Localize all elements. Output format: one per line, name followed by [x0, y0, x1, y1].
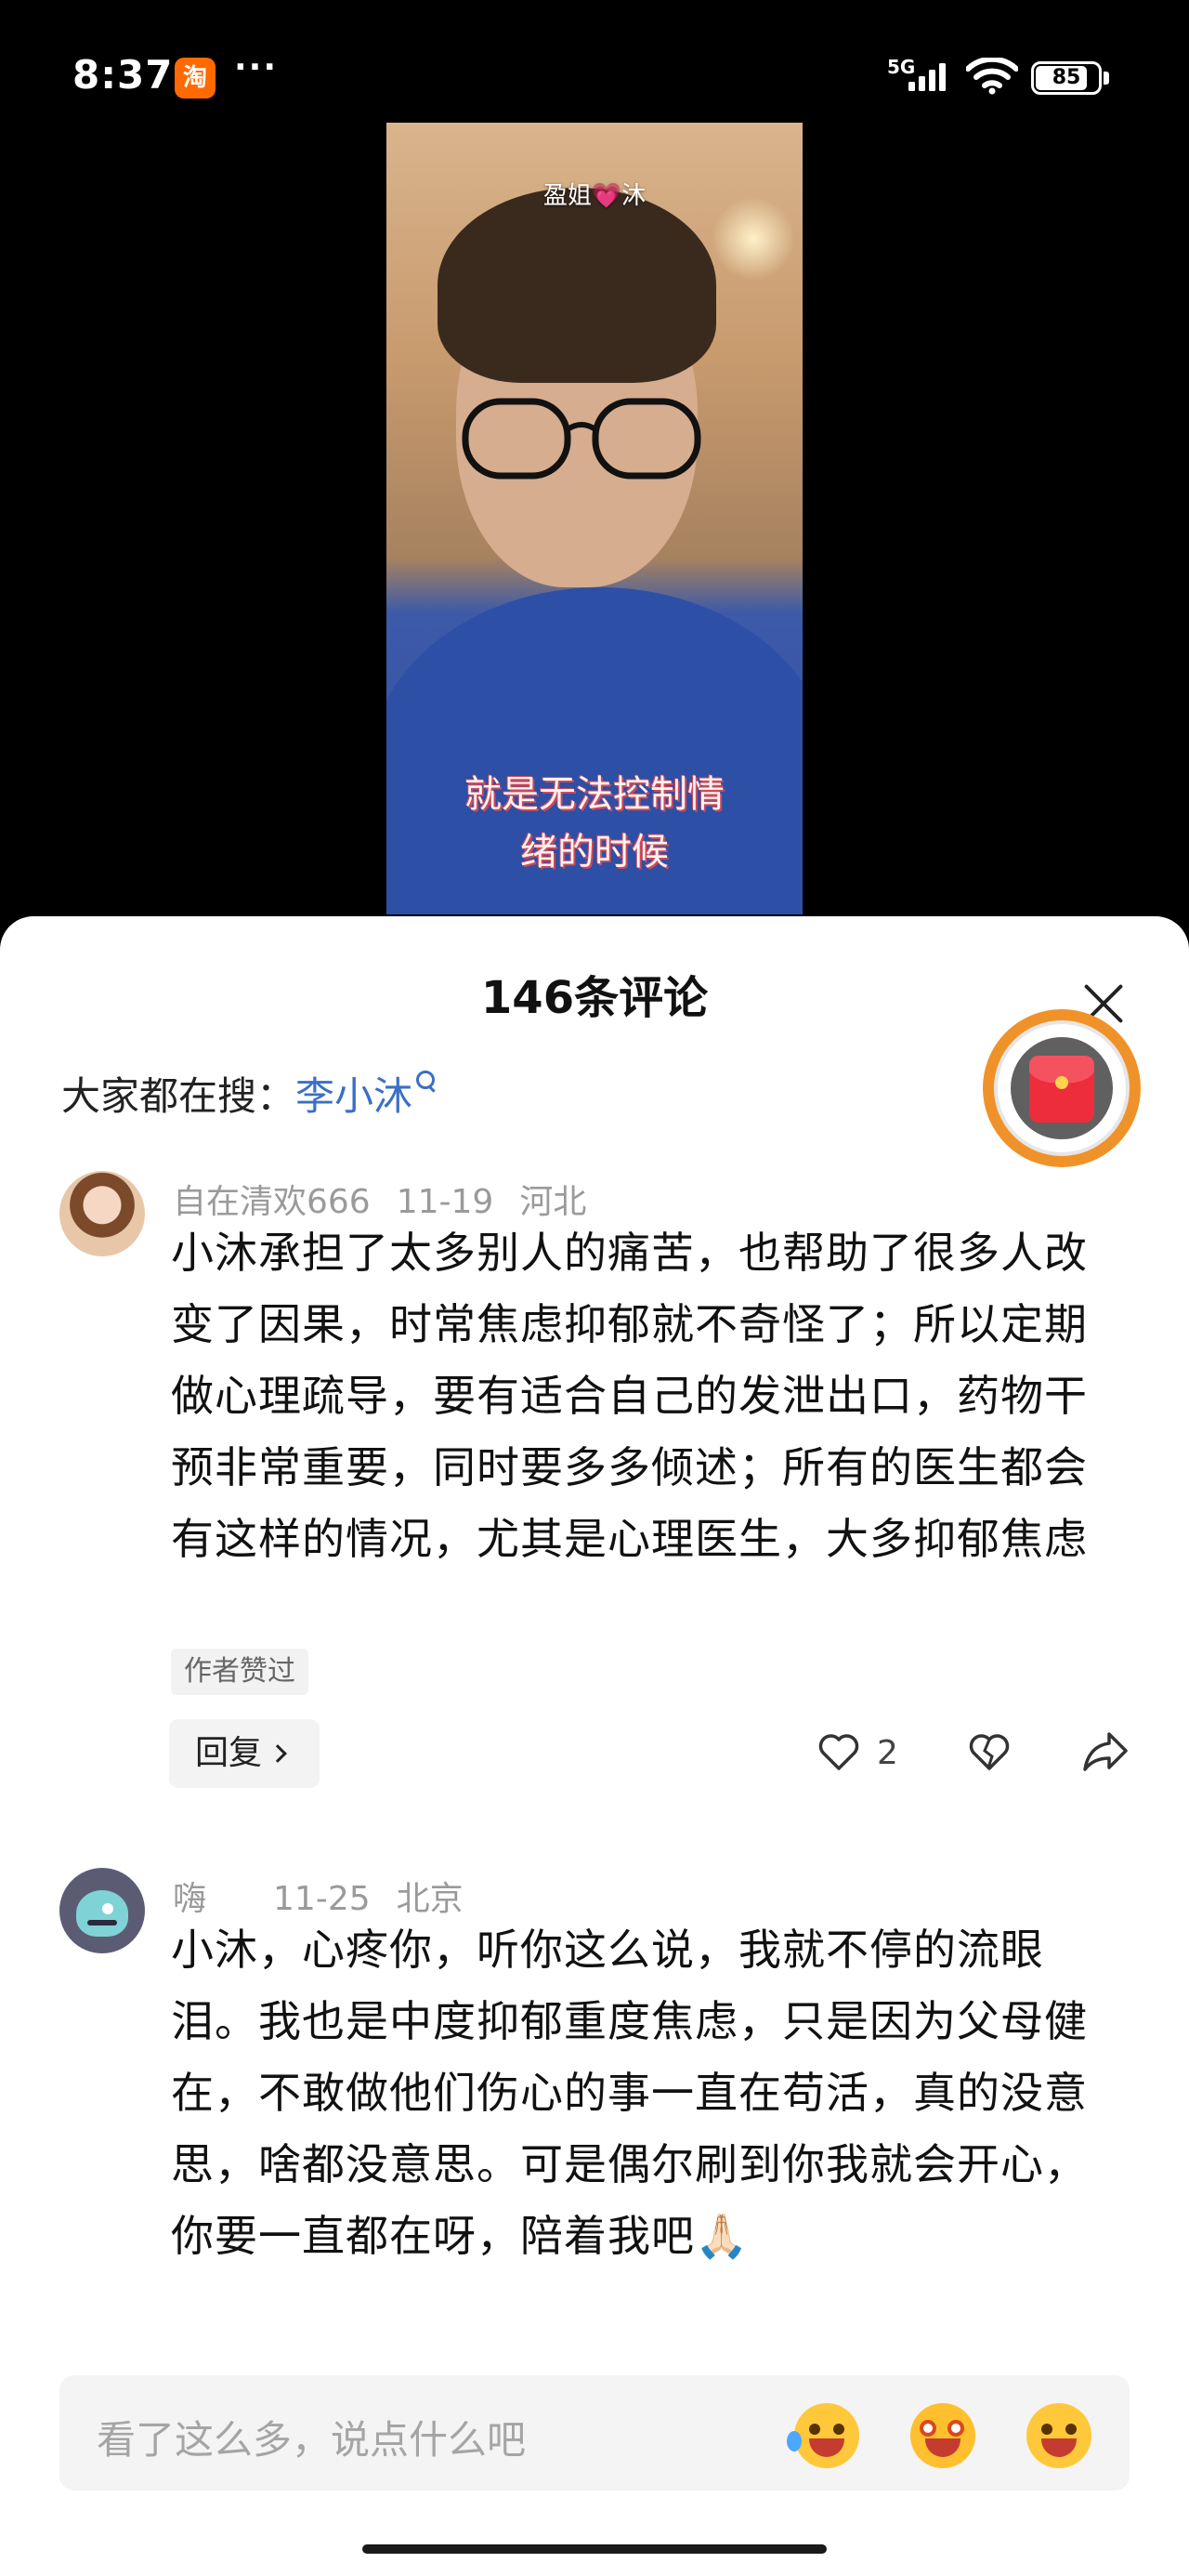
trending-search-row: 大家都在搜：李小沐 — [61, 1065, 437, 1122]
status-bar: 8:37 淘 ··· 5G 85 — [0, 0, 1189, 112]
monster-avatar-graphic — [76, 1890, 128, 1937]
like-heart-icon[interactable] — [816, 1728, 862, 1775]
battery-icon: 85 — [1031, 61, 1102, 95]
comment-input-placeholder: 看了这么多，说点什么吧 — [97, 2417, 527, 2463]
avatar[interactable] — [59, 1171, 145, 1256]
comment-text[interactable]: 小沐，心疼你，听你这么说，我就不停的流眼泪。我也是中度抑郁重度焦虑，只是因为父母… — [171, 1914, 1100, 2272]
like-count: 2 — [877, 1734, 898, 1772]
video-player[interactable]: 盈姐💗沐 就是无法控制情 绪的时候 — [386, 123, 803, 914]
dislike-broken-heart-icon[interactable] — [966, 1728, 1013, 1775]
comments-title: 146条评论 — [480, 972, 709, 1024]
signal-icon — [908, 63, 946, 91]
red-packet-inner — [1011, 1037, 1113, 1139]
battery-level: 85 — [1052, 66, 1081, 89]
comment-location: 河北 — [519, 1183, 587, 1221]
comment-meta: 嗨 11-25 北京 — [173, 1872, 490, 1920]
comment-meta: 自在清欢666 11-19 河北 — [173, 1175, 612, 1223]
glasses-graphic — [462, 398, 701, 480]
wifi-icon — [966, 58, 1018, 95]
search-icon[interactable] — [416, 1071, 437, 1091]
red-packet-button[interactable] — [983, 1009, 1141, 1167]
comment-username[interactable]: 自在清欢666 — [173, 1183, 371, 1221]
red-envelope-seal — [1055, 1076, 1068, 1089]
star-eyes-emoji-icon[interactable] — [910, 2403, 975, 2468]
comments-sheet: 146条评论 大家都在搜：李小沐 自在清欢666 11-19 河北 小沐承担了太多别… — [0, 916, 1189, 2576]
video-caption-line2: 绪的时候 — [520, 831, 669, 874]
laughing-crying-emoji-icon[interactable] — [787, 2403, 859, 2468]
comment-date: 11-25 — [273, 1880, 371, 1918]
status-time: 8:37 — [72, 52, 174, 98]
trending-search-term[interactable]: 李小沐 — [295, 1073, 412, 1119]
more-dots-icon: ··· — [234, 48, 279, 86]
reply-button[interactable]: 回复 — [169, 1719, 320, 1788]
video-person-hair — [438, 188, 716, 383]
comment-location: 北京 — [396, 1880, 464, 1918]
battery-tip — [1104, 72, 1109, 85]
trending-search-label: 大家都在搜： — [61, 1073, 296, 1119]
comment-date: 11-19 — [396, 1183, 494, 1221]
author-liked-badge: 作者赞过 — [171, 1649, 308, 1695]
avatar[interactable] — [59, 1868, 145, 1953]
share-icon[interactable] — [1081, 1730, 1130, 1773]
video-caption-line1: 就是无法控制情 — [464, 773, 725, 816]
taobao-app-icon: 淘 — [175, 58, 216, 99]
grinning-emoji-icon[interactable] — [1026, 2403, 1091, 2468]
home-indicator[interactable] — [362, 2544, 827, 2554]
reply-label: 回复 — [195, 1734, 263, 1772]
chevron-right-icon — [268, 1744, 287, 1763]
video-watermark: 盈姐💗沐 — [542, 182, 647, 210]
comment-username[interactable]: 嗨 — [173, 1880, 206, 1918]
comment-text[interactable]: 小沐承担了太多别人的痛苦，也帮助了很多人改变了因果，时常焦虑抑郁就不奇怪了；所以… — [171, 1217, 1100, 1575]
